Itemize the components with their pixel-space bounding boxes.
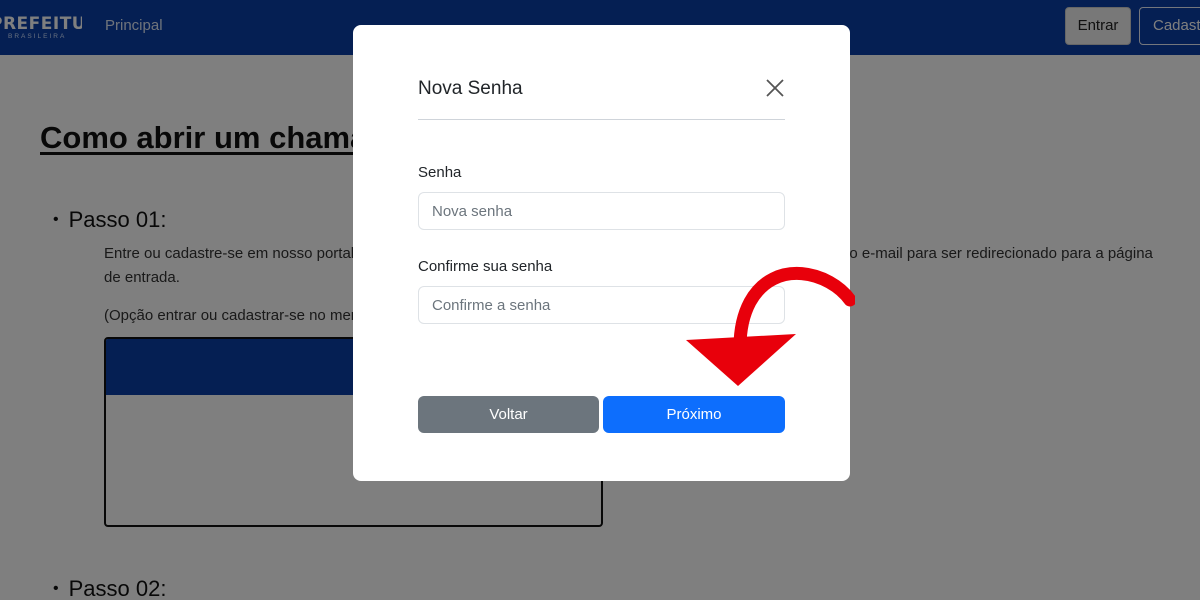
- new-password-input[interactable]: [418, 192, 785, 230]
- modal-title: Nova Senha: [418, 78, 523, 99]
- modal-header-divider: [418, 119, 785, 120]
- new-password-modal: Nova Senha Senha Confirme sua senha Volt…: [353, 25, 850, 481]
- close-button[interactable]: [764, 77, 786, 99]
- next-button[interactable]: Próximo: [603, 396, 785, 433]
- password-label: Senha: [418, 164, 462, 181]
- confirm-password-label: Confirme sua senha: [418, 258, 553, 275]
- back-button[interactable]: Voltar: [418, 396, 599, 433]
- red-curved-arrow-icon: [686, 267, 855, 386]
- close-icon: [766, 79, 784, 97]
